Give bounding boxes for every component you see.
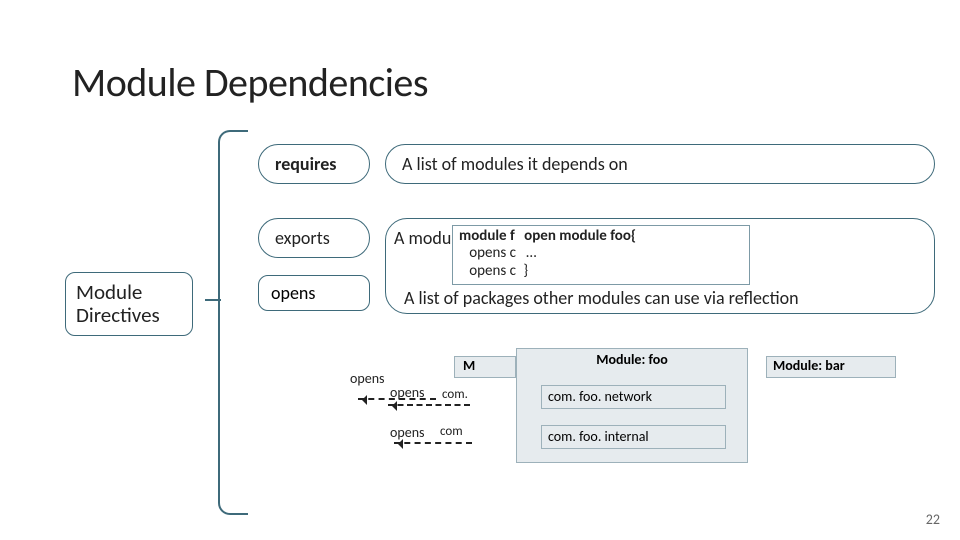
requires-pill: requires: [258, 144, 370, 184]
module-directives-l1: Module: [76, 279, 142, 305]
module-foo-label: Module: foo: [517, 351, 747, 368]
pkg-internal-box: com. foo. internal: [541, 425, 726, 449]
code-l2a: opens c: [469, 244, 516, 262]
brace-icon: [218, 130, 248, 515]
slide-title: Module Dependencies: [72, 58, 428, 107]
module-bar-label: Module: bar: [773, 357, 845, 374]
pkg-network: com. foo. network: [548, 388, 652, 405]
com-lbl-2: com: [440, 424, 463, 439]
module-directives-l2: Directives: [76, 302, 160, 328]
exports-label: exports: [275, 227, 330, 249]
module-bar-box: Module: bar: [766, 356, 896, 378]
code-l2b: …: [526, 244, 536, 262]
requires-desc-pill: A list of modules it depends on: [385, 144, 935, 184]
arrow-1: [358, 398, 436, 400]
opens-card: A module f module f open module foo{ ope…: [385, 218, 935, 314]
pkg-internal: com. foo. internal: [548, 428, 649, 445]
code-overlay-box: module f open module foo{ opens c … open…: [452, 225, 750, 285]
opens-pill: opens: [258, 275, 370, 311]
pkg-network-box: com. foo. network: [541, 385, 726, 409]
module-m-label: M: [459, 357, 475, 374]
module-directives-box: Module Directives: [65, 272, 193, 336]
code-l1a: module f: [459, 227, 515, 245]
brace-tick: [205, 299, 221, 301]
opens-lbl-1: opens: [350, 370, 385, 387]
code-l3b: }: [523, 262, 528, 280]
exports-pill: exports: [258, 218, 370, 258]
requires-desc: A list of modules it depends on: [402, 153, 628, 175]
module-diagram: Module: foo com. foo. network com. foo. …: [346, 346, 906, 516]
requires-label: requires: [275, 153, 336, 175]
module-foo-box: Module: foo com. foo. network com. foo. …: [516, 348, 748, 463]
code-l1b: open module foo{: [524, 227, 636, 245]
module-m-box: M: [454, 356, 516, 378]
arrow-3: [394, 442, 472, 444]
page-number: 22: [926, 511, 940, 528]
arrow-2: [388, 404, 470, 406]
code-l3a: opens c: [469, 262, 516, 280]
opens-desc: A list of packages other modules can use…: [404, 287, 799, 309]
opens-label: opens: [271, 282, 315, 304]
slide: Module Dependencies Module Directives re…: [0, 0, 960, 540]
com-lbl-1: com.: [442, 387, 468, 402]
